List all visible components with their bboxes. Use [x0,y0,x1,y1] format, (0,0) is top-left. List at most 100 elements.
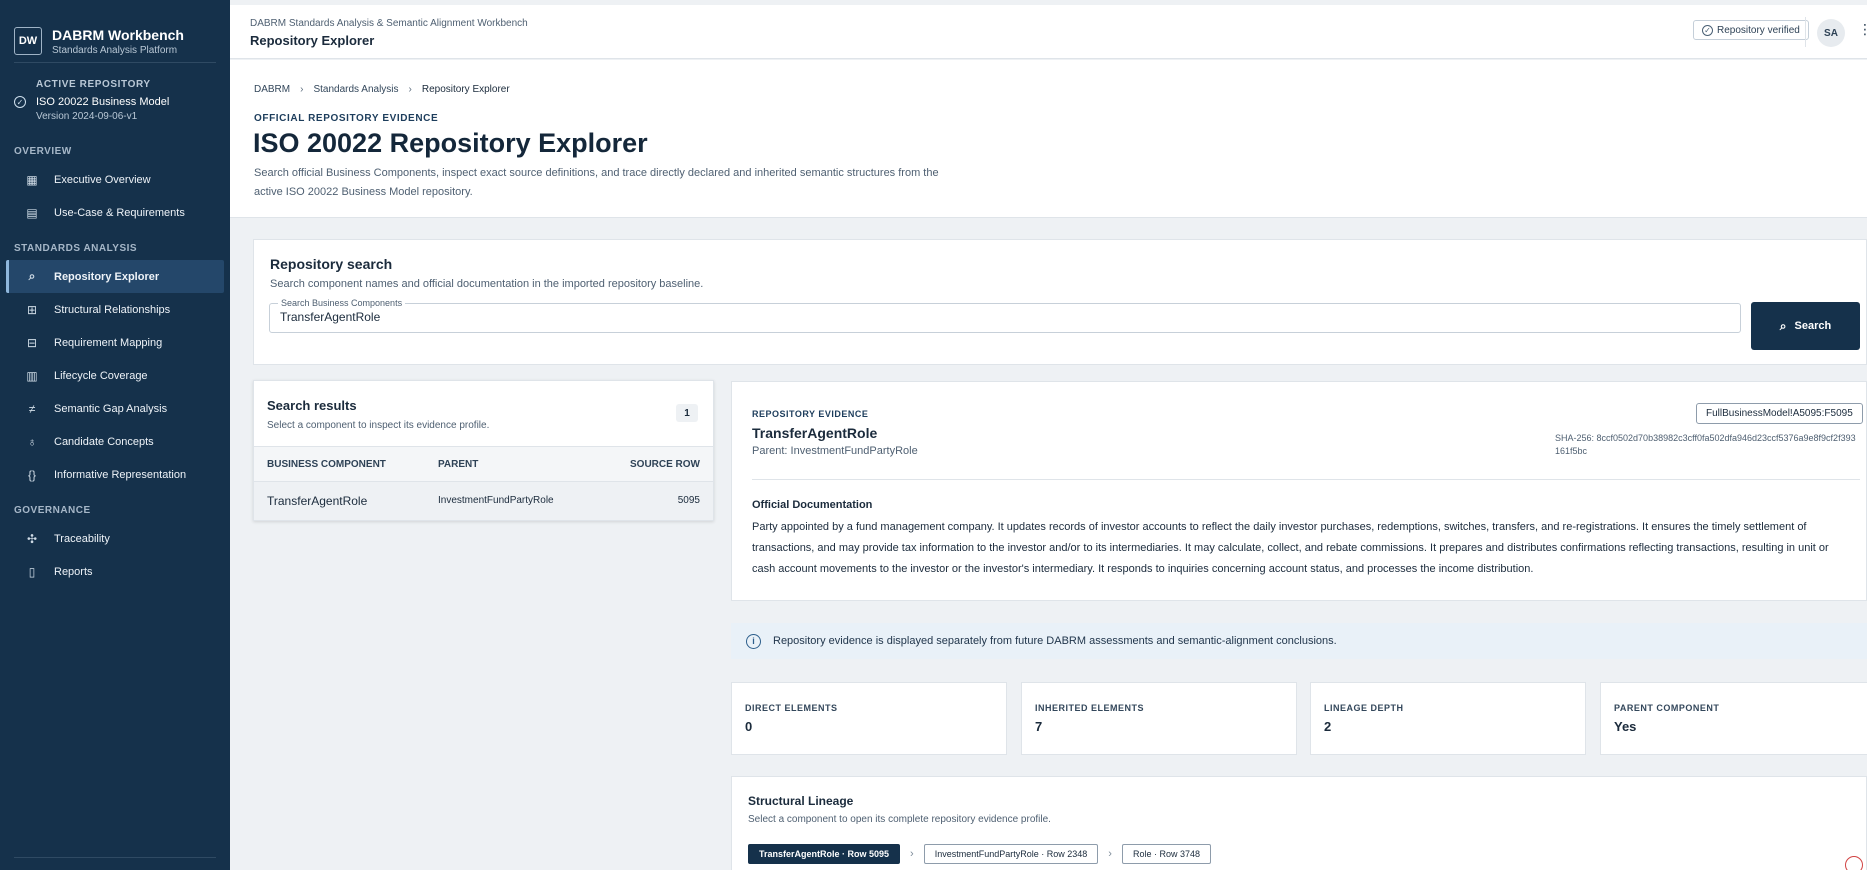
brand-subtitle: Standards Analysis Platform [52,44,178,56]
breadcrumb: DABRM › Standards Analysis › Repository … [254,84,510,95]
sidebar-item-candidate-concepts[interactable]: ♁ Candidate Concepts [6,425,224,458]
lineage-subtitle: Select a component to open its complete … [748,814,1051,825]
chevron-right-icon: › [910,848,914,860]
lineage-chip-parent[interactable]: InvestmentFundPartyRole · Row 2348 [923,844,1099,864]
chevron-right-icon: › [408,84,412,95]
sidebar-item-label: Use-Case & Requirements [54,206,185,219]
nav-section-standards-analysis: STANDARDS ANALYSIS [14,243,138,254]
sidebar-item-label: Semantic Gap Analysis [54,402,168,415]
metric-lineage-depth: LINEAGE DEPTH 2 [1310,682,1586,755]
metric-label: INHERITED ELEMENTS [1035,703,1145,713]
code-braces-icon: {} [27,467,36,482]
repository-search-card: Repository search Search component names… [253,239,1867,365]
sidebar-item-semantic-gap-analysis[interactable]: ≠ Semantic Gap Analysis [6,392,224,425]
active-repository-label: ACTIVE REPOSITORY [36,79,151,90]
search-icon: ⌕ [1779,318,1787,333]
sidebar-item-label: Lifecycle Coverage [54,369,148,382]
sha-hash: SHA-256: 8ccf0502d70b38982c3cff0fa502dfa… [1555,433,1856,456]
search-field: Search Business Components [269,298,1741,333]
search-card-title: Repository search [270,256,393,272]
metric-direct-elements: DIRECT ELEMENTS 0 [731,682,1007,755]
lightbulb-icon: ♁ [27,434,37,449]
more-menu-icon[interactable]: ⋮ [1858,21,1867,38]
evidence-component-name: TransferAgentRole [752,425,878,441]
repository-verified-badge[interactable]: ✓ Repository verified [1693,20,1809,40]
sidebar-item-label: Executive Overview [54,173,151,186]
metric-label: LINEAGE DEPTH [1324,703,1404,713]
metric-value: 2 [1324,719,1332,734]
app-name: DABRM Standards Analysis & Semantic Alig… [250,18,528,29]
sidebar-item-label: Requirement Mapping [54,336,163,349]
column-header-source-row[interactable]: SOURCE ROW [630,447,700,483]
verified-label: Repository verified [1717,24,1800,36]
search-card-subtitle: Search component names and official docu… [270,278,704,290]
brand-title: DABRM Workbench [52,26,184,43]
breadcrumb-item-standards-analysis[interactable]: Standards Analysis [313,84,398,95]
sidebar-item-traceability[interactable]: ✣ Traceability [6,522,224,555]
sidebar-item-reports[interactable]: ▯ Reports [6,555,224,588]
chevron-right-icon: › [1108,848,1112,860]
sidebar-item-use-case-requirements[interactable]: ▤ Use-Case & Requirements [6,196,224,229]
archive-box-icon: ▤ [26,205,38,220]
active-repository-name: ISO 20022 Business Model [36,96,170,108]
check-circle-icon: ✓ [14,96,26,108]
page-description: Search official Business Components, ins… [254,167,939,198]
row-source-row: 5095 [677,495,700,506]
sidebar-item-requirement-mapping[interactable]: ⊟ Requirement Mapping [6,326,224,359]
brand-logo: DW [14,27,42,55]
nav-section-governance: GOVERNANCE [14,505,91,516]
sidebar-item-repository-explorer[interactable]: ⌕ Repository Explorer [6,260,224,293]
help-icon[interactable] [1845,856,1863,870]
column-header-parent[interactable]: PARENT [438,447,478,483]
sidebar-item-label: Informative Representation [54,468,187,481]
sidebar-item-lifecycle-coverage[interactable]: ▥ Lifecycle Coverage [6,359,224,392]
search-button[interactable]: ⌕ Search [1751,302,1860,350]
info-banner-text: Repository evidence is displayed separat… [773,635,1337,647]
metric-inherited-elements: INHERITED ELEMENTS 7 [1021,682,1297,755]
user-avatar[interactable]: SA [1817,19,1845,47]
page-title: ISO 20022 Repository Explorer [253,128,648,158]
row-parent: InvestmentFundPartyRole [438,495,554,506]
sidebar-item-structural-relationships[interactable]: ⊞ Structural Relationships [6,293,224,326]
brand: DW DABRM Workbench Standards Analysis Pl… [0,0,230,62]
chevron-right-icon: › [300,84,304,95]
sidebar-item-informative-representation[interactable]: {} Informative Representation [6,458,224,491]
search-button-label: Search [1794,320,1832,332]
bar-chart-icon: ▥ [26,368,38,383]
documentation-text: Party appointed by a fund management com… [752,521,1829,575]
search-results-card: Search results Select a component to ins… [253,380,714,521]
structural-lineage-card: Structural Lineage Select a component to… [731,776,1867,870]
active-repository: ACTIVE REPOSITORY ✓ ISO 20022 Business M… [0,63,230,132]
page-eyebrow: OFFICIAL REPOSITORY EVIDENCE [254,113,439,124]
table-row[interactable]: TransferAgentRole InvestmentFundPartyRol… [254,482,713,520]
search-field-label: Search Business Components [278,298,406,308]
lineage-chip-current[interactable]: TransferAgentRole · Row 5095 [748,844,901,864]
results-count-badge: 1 [676,404,698,422]
info-banner: i Repository evidence is displayed separ… [731,623,1867,659]
search-icon: ⌕ [28,269,36,283]
metric-label: PARENT COMPONENT [1614,703,1720,713]
document-icon: ▯ [28,564,36,579]
active-repository-version: Version 2024-09-06-v1 [36,111,138,122]
documentation-title: Official Documentation [752,499,873,511]
breadcrumb-item-dabrm[interactable]: DABRM [254,84,290,95]
dashboard-icon: ▦ [26,172,38,187]
results-title: Search results [267,398,357,413]
sidebar-item-label: Traceability [54,532,110,545]
mapping-icon: ⊟ [26,335,38,350]
sidebar-item-executive-overview[interactable]: ▦ Executive Overview [6,163,224,196]
results-subtitle: Select a component to inspect its eviden… [267,420,490,431]
sidebar: DW DABRM Workbench Standards Analysis Pl… [0,0,230,870]
metric-parent-component: PARENT COMPONENT Yes [1600,682,1867,755]
header-divider [1805,17,1806,47]
repository-evidence-card: REPOSITORY EVIDENCE TransferAgentRole Pa… [731,381,1867,601]
breadcrumb-item-current: Repository Explorer [421,84,510,95]
gap-icon: ≠ [28,401,36,416]
metric-value: 7 [1035,719,1043,734]
search-input[interactable] [280,310,1720,324]
row-component: TransferAgentRole [267,494,368,508]
column-header-component[interactable]: BUSINESS COMPONENT [267,447,386,483]
lineage-chip-root[interactable]: Role · Row 3748 [1121,844,1212,864]
source-reference-chip[interactable]: FullBusinessModel!A5095:F5095 [1696,403,1863,424]
sidebar-item-label: Reports [54,565,93,578]
